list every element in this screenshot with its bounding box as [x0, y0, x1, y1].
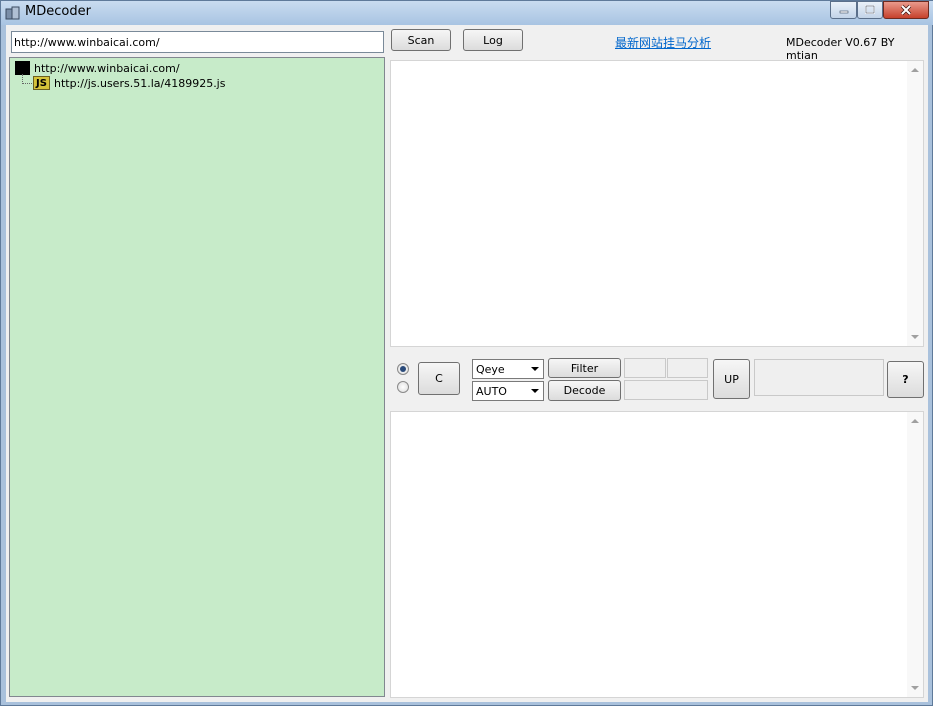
title-bar[interactable]: MDecoder — [1, 1, 933, 25]
client-area: http://www.winbaicai.com/ JS http://js.u… — [6, 25, 928, 702]
chevron-down-icon — [531, 367, 539, 371]
tree-item-script[interactable]: JS http://js.users.51.la/4189925.js — [33, 75, 225, 91]
scroll-up-icon[interactable] — [911, 419, 919, 423]
resource-tree[interactable]: http://www.winbaicai.com/ JS http://js.u… — [9, 57, 385, 697]
tree-item-label: http://www.winbaicai.com/ — [34, 61, 180, 75]
engine-select-value: Qeye — [476, 362, 505, 376]
encoding-select[interactable]: AUTO — [472, 381, 544, 401]
maximize-icon — [865, 5, 875, 14]
app-icon — [5, 6, 20, 20]
help-button[interactable]: ? — [887, 361, 924, 398]
decode-button[interactable]: Decode — [548, 380, 621, 401]
radio-option-1[interactable] — [397, 363, 409, 375]
source-textarea[interactable] — [390, 60, 924, 347]
param-field-1[interactable] — [624, 358, 666, 378]
scroll-down-icon[interactable] — [911, 335, 919, 339]
output-textarea[interactable] — [390, 411, 924, 698]
latest-analysis-link[interactable]: 最新网站挂马分析 — [615, 34, 711, 51]
scroll-down-icon[interactable] — [911, 686, 919, 690]
param-field-3[interactable] — [624, 380, 708, 400]
encoding-select-value: AUTO — [476, 384, 507, 398]
close-icon — [900, 4, 912, 16]
page-icon — [15, 61, 30, 75]
vertical-scrollbar[interactable] — [907, 412, 923, 697]
chevron-down-icon — [531, 389, 539, 393]
c-button[interactable]: C — [418, 362, 460, 395]
param-field-2[interactable] — [667, 358, 708, 378]
version-label: MDecoder V0.67 BY mtian — [786, 36, 895, 62]
radio-option-2[interactable] — [397, 381, 409, 393]
tree-item-label: http://js.users.51.la/4189925.js — [54, 76, 226, 90]
tree-connector — [22, 83, 32, 84]
filter-button[interactable]: Filter — [548, 358, 621, 378]
engine-select[interactable]: Qeye — [472, 359, 544, 379]
close-button[interactable] — [883, 1, 929, 19]
status-field — [754, 359, 884, 396]
scan-button[interactable]: Scan — [391, 29, 451, 51]
maximize-button[interactable] — [857, 1, 883, 19]
js-icon: JS — [33, 76, 50, 90]
vertical-scrollbar[interactable] — [907, 61, 923, 346]
up-button[interactable]: UP — [713, 359, 750, 399]
tree-item-root[interactable]: http://www.winbaicai.com/ — [15, 60, 180, 76]
minimize-button[interactable] — [830, 1, 857, 19]
app-window: MDecoder http://www.winbaicai.com/ http:… — [0, 0, 933, 706]
url-input[interactable] — [11, 31, 384, 53]
minimize-icon — [839, 10, 848, 14]
scroll-up-icon[interactable] — [911, 68, 919, 72]
log-button[interactable]: Log — [463, 29, 523, 51]
window-title: MDecoder — [25, 4, 91, 19]
